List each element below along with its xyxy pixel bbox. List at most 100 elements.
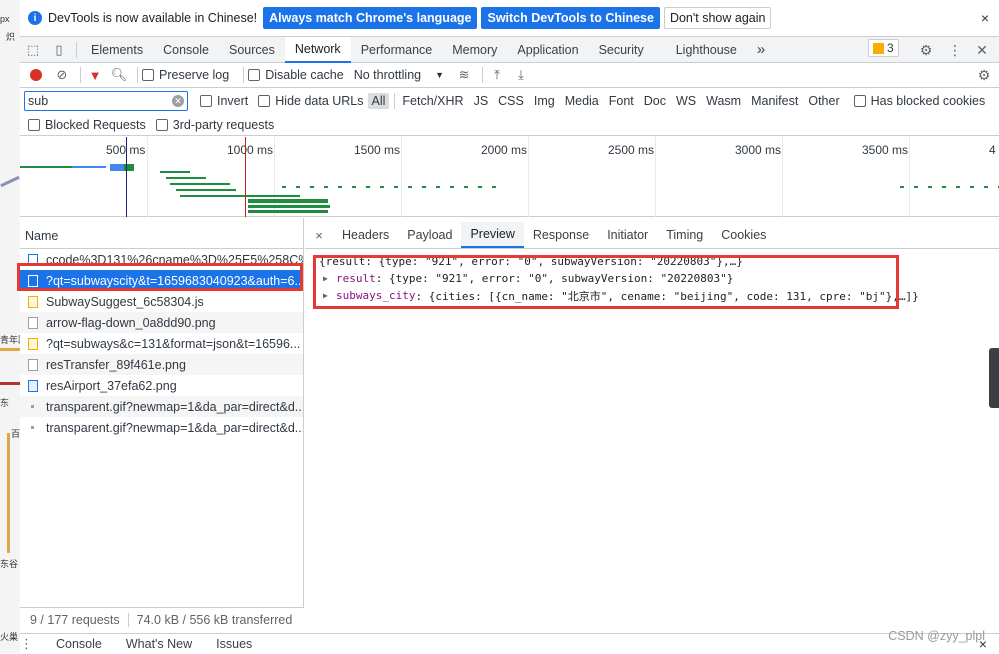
drawer-menu-icon[interactable]: ⋮ [20, 633, 44, 654]
export-har-icon[interactable]: ⤓ [511, 64, 531, 86]
type-filter-other[interactable]: Other [804, 93, 843, 109]
checkbox-box[interactable] [258, 95, 271, 107]
record-icon[interactable] [30, 69, 42, 81]
close-icon[interactable]: × [981, 10, 989, 26]
clear-filter-icon[interactable]: ✕ [172, 95, 184, 107]
type-filter-font[interactable]: Font [605, 93, 638, 109]
tab-cookies[interactable]: Cookies [712, 222, 775, 248]
always-match-language-button[interactable]: Always match Chrome's language [263, 7, 478, 29]
tab-performance[interactable]: Performance [351, 37, 443, 63]
network-settings-gear-icon[interactable]: ⚙ [971, 63, 997, 88]
main-tab-bar: ⬚ ▯ Elements Console Sources Network Per… [20, 36, 999, 63]
drawer-tab-whats-new[interactable]: What's New [114, 637, 204, 651]
has-blocked-cookies-checkbox[interactable]: Has blocked cookies [853, 94, 986, 108]
more-tabs-icon[interactable]: » [747, 37, 775, 63]
tab-timing[interactable]: Timing [657, 222, 712, 248]
filter-icon[interactable]: ▼ [85, 64, 105, 86]
time-tick: 4 [989, 143, 996, 157]
checkbox-box[interactable] [155, 118, 168, 131]
type-filter-fetch-xhr[interactable]: Fetch/XHR [398, 93, 467, 109]
hide-data-urls-checkbox[interactable]: Hide data URLs [258, 94, 364, 108]
request-row[interactable]: transparent.gif?newmap=1&da_par=direct&d… [20, 417, 303, 438]
close-detail-icon[interactable]: × [309, 222, 329, 248]
request-row[interactable]: resTransfer_89f461e.png [20, 354, 303, 375]
type-filter-wasm[interactable]: Wasm [702, 93, 745, 109]
third-party-requests-checkbox[interactable]: 3rd-party requests [155, 118, 274, 132]
invert-checkbox[interactable]: Invert [200, 94, 248, 108]
checkbox-box[interactable] [142, 69, 154, 81]
request-name: arrow-flag-down_0a8dd90.png [46, 315, 216, 330]
grid-line [147, 137, 148, 217]
issues-flag-icon [873, 42, 884, 54]
request-count: 9 / 177 requests [30, 613, 120, 627]
side-scroll-handle[interactable] [989, 348, 999, 408]
devtools-panel: i DevTools is now available in Chinese! … [17, 0, 999, 654]
issues-counter[interactable]: 3 [868, 39, 899, 57]
filter-bar: sub ✕ Invert Hide data URLs All Fetch/XH… [20, 88, 999, 114]
dont-show-again-button[interactable]: Don't show again [663, 7, 772, 29]
clear-icon[interactable]: ⊘ [52, 64, 72, 86]
search-icon[interactable]: 🔍︎ [109, 64, 129, 86]
tab-network[interactable]: Network [284, 36, 351, 63]
type-filter-manifest[interactable]: Manifest [747, 93, 802, 109]
request-row[interactable]: resAirport_37efa62.png [20, 375, 303, 396]
type-filter-all[interactable]: All [367, 93, 390, 109]
type-filter-js[interactable]: JS [470, 93, 493, 109]
tab-preview[interactable]: Preview [461, 222, 524, 248]
checkbox-box[interactable] [853, 95, 866, 107]
tab-security[interactable]: Security [589, 37, 654, 63]
image-file-icon [28, 379, 38, 392]
image-file-icon [28, 358, 38, 371]
script-file-icon [28, 337, 38, 350]
tab-console[interactable]: Console [153, 37, 219, 63]
tab-initiator[interactable]: Initiator [598, 222, 657, 248]
type-filter-css[interactable]: CSS [494, 93, 528, 109]
preserve-log-checkbox[interactable]: Preserve log [142, 68, 229, 82]
more-options-icon[interactable]: ⋮ [942, 37, 968, 63]
request-row[interactable]: arrow-flag-down_0a8dd90.png [20, 312, 303, 333]
drawer-tab-console[interactable]: Console [44, 637, 114, 651]
grid-line [909, 137, 910, 217]
switch-to-chinese-button[interactable]: Switch DevTools to Chinese [481, 7, 660, 29]
tab-headers[interactable]: Headers [333, 222, 398, 248]
name-column-header[interactable]: Name [20, 218, 303, 249]
tab-payload[interactable]: Payload [398, 222, 461, 248]
type-filter-doc[interactable]: Doc [640, 93, 670, 109]
has-blocked-cookies-label: Has blocked cookies [870, 94, 986, 108]
inspect-element-icon[interactable]: ⬚ [20, 37, 46, 63]
checkbox-box[interactable] [200, 95, 212, 107]
drawer-tab-issues[interactable]: Issues [204, 637, 264, 651]
device-toolbar-icon[interactable]: ▯ [46, 37, 72, 63]
tab-elements[interactable]: Elements [81, 37, 153, 63]
divider [127, 613, 129, 627]
time-tick: 3000 ms [735, 143, 782, 157]
network-conditions-icon[interactable]: ≋ [454, 64, 474, 86]
tab-sources[interactable]: Sources [219, 37, 285, 63]
disable-cache-label: Disable cache [265, 68, 344, 82]
tab-response[interactable]: Response [524, 222, 598, 248]
disable-cache-checkbox[interactable]: Disable cache [248, 68, 344, 82]
settings-gear-icon[interactable]: ⚙ [913, 37, 939, 63]
type-filter-img[interactable]: Img [530, 93, 559, 109]
checkbox-box[interactable] [28, 118, 40, 131]
tab-application[interactable]: Application [507, 37, 588, 63]
close-devtools-icon[interactable]: ✕ [969, 37, 995, 63]
request-name: ?qt=subways&c=131&format=json&t=16596... [46, 336, 301, 351]
type-filter-media[interactable]: Media [561, 93, 603, 109]
filter-input[interactable]: sub ✕ [24, 91, 188, 111]
network-overview-timeline[interactable]: 500 ms 1000 ms 1500 ms 2000 ms 2500 ms 3… [20, 137, 999, 217]
request-row[interactable]: transparent.gif?newmap=1&da_par=direct&d… [20, 396, 303, 417]
request-row[interactable]: SubwaySuggest_6c58304.js [20, 291, 303, 312]
tab-lighthouse[interactable]: Lighthouse [654, 37, 747, 63]
tab-memory[interactable]: Memory [442, 37, 507, 63]
request-name: resTransfer_89f461e.png [46, 357, 186, 372]
import-har-icon[interactable]: ⤒ [487, 64, 507, 86]
timeline-bar [180, 195, 300, 197]
grid-line [528, 137, 529, 217]
checkbox-box[interactable] [248, 69, 261, 81]
type-filter-ws[interactable]: WS [672, 93, 700, 109]
blocked-requests-checkbox[interactable]: Blocked Requests [28, 118, 146, 132]
request-row[interactable]: ?qt=subways&c=131&format=json&t=16596... [20, 333, 303, 354]
throttling-value: No throttling [353, 68, 422, 82]
throttling-select[interactable]: No throttling ▼ [354, 68, 444, 82]
